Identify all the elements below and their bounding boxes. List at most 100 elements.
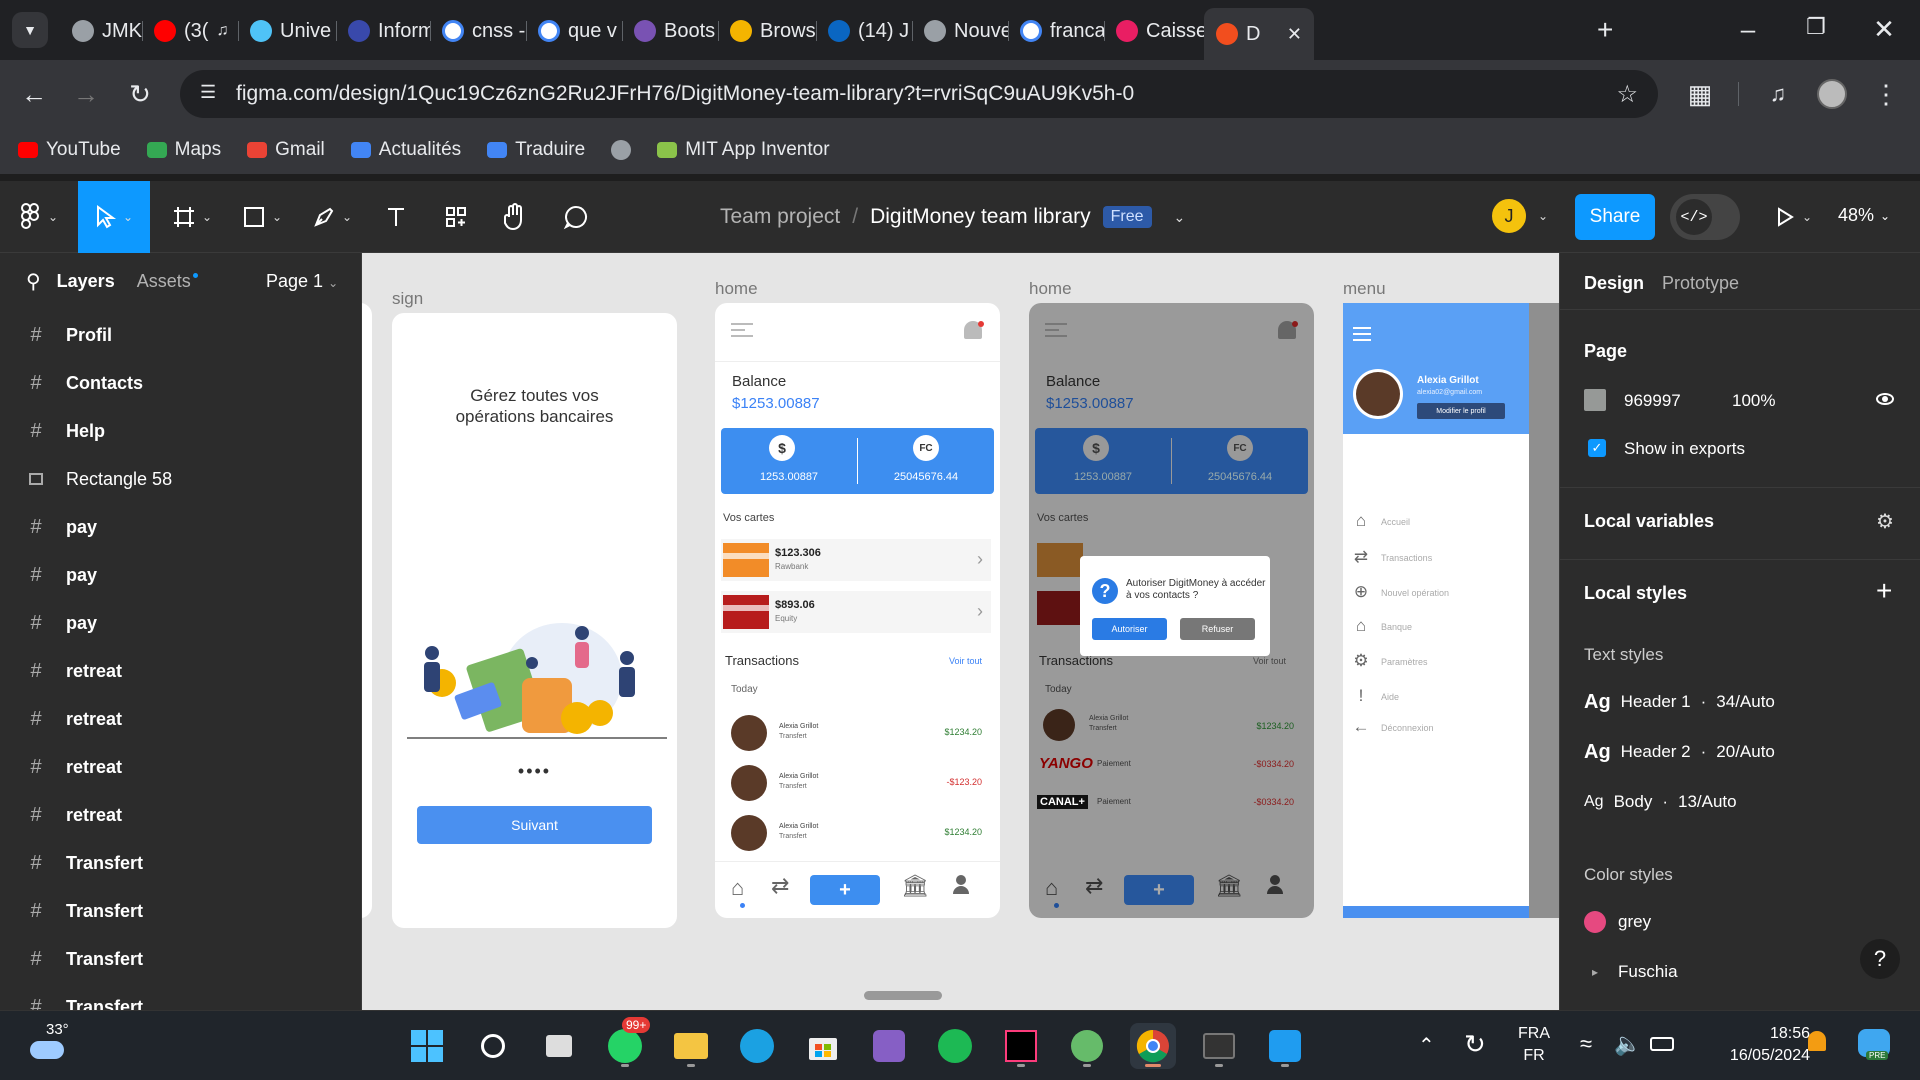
eye-icon[interactable] (1876, 393, 1894, 405)
tab-4[interactable]: cnss - (430, 10, 526, 52)
bookmark-4[interactable]: Traduire (487, 139, 585, 161)
tab-9[interactable]: Nouve (912, 10, 1008, 52)
bank-icon[interactable]: 🏛 (901, 873, 929, 899)
store-app[interactable] (800, 1023, 846, 1069)
help-button[interactable]: ? (1860, 939, 1900, 979)
layer-row[interactable]: # Transfert (0, 887, 361, 935)
bookmark-star-icon[interactable]: ☆ (1616, 80, 1638, 109)
menu-item[interactable]: ! Aide (1343, 686, 1529, 710)
design-canvas[interactable]: sign Gérez toutes vos opérations bancair… (362, 253, 1559, 1010)
color-style-row[interactable]: grey (1584, 907, 1651, 937)
shape-tool[interactable]: ⌄ (234, 181, 290, 253)
card-row[interactable]: $893.06 Equity › (721, 591, 991, 633)
forward-button[interactable]: → (66, 74, 106, 114)
bookmark-0[interactable]: YouTube (18, 139, 121, 161)
transfer-icon[interactable]: ⇄ (771, 873, 789, 899)
resources-tool[interactable] (434, 181, 478, 253)
tab-design[interactable]: Design (1584, 273, 1644, 294)
tab-search-button[interactable]: ▼ (12, 12, 48, 48)
frame-label-home[interactable]: home (715, 279, 758, 299)
edit-profile-button[interactable]: Modifier le profil (1417, 403, 1505, 419)
show-hidden-icons[interactable]: ⌃ (1418, 1033, 1435, 1058)
frame-tool[interactable]: ⌄ (164, 181, 220, 253)
site-info-icon[interactable]: ☰ (200, 82, 216, 103)
layer-row[interactable]: # pay (0, 599, 361, 647)
bookmark-2[interactable]: Gmail (247, 139, 325, 161)
sync-icon[interactable]: ↻ (1464, 1029, 1486, 1060)
next-button[interactable]: Suivant (417, 806, 652, 844)
chevron-down-icon[interactable]: ⌄ (1174, 209, 1186, 226)
money-app[interactable] (1064, 1023, 1110, 1069)
layer-row[interactable]: # retreat (0, 791, 361, 839)
clock[interactable]: 18:56 16/05/2024 (1700, 1023, 1810, 1067)
share-button[interactable]: Share (1575, 194, 1655, 240)
layer-row[interactable]: # Contacts (0, 359, 361, 407)
file-explorer-app[interactable] (668, 1023, 714, 1069)
layer-row[interactable]: # Transfert (0, 935, 361, 983)
tab-assets[interactable]: Assets (137, 271, 191, 292)
reload-button[interactable]: ↻ (120, 74, 160, 114)
restore-button[interactable]: ❐ (1796, 14, 1836, 40)
tab-10[interactable]: franca (1008, 10, 1104, 52)
layer-row[interactable]: # retreat (0, 647, 361, 695)
transaction-row[interactable]: Alexia Grillot Transfert -$123.20 (715, 763, 1000, 807)
layer-row[interactable]: # Profil (0, 311, 361, 359)
language-indicator[interactable]: FRA FR (1518, 1023, 1550, 1067)
tab-6[interactable]: Boots (622, 10, 718, 52)
menu-item[interactable]: ⚙ Paramètres (1343, 651, 1529, 675)
frame-sign[interactable]: Gérez toutes vos opérations bancaires ••… (392, 313, 677, 928)
address-bar[interactable]: ☰ figma.com/design/1Quc19Cz6znG2Ru2JFrH7… (180, 70, 1658, 118)
team-project-link[interactable]: Team project (720, 205, 840, 229)
menu-item[interactable]: ⌂ Accueil (1343, 511, 1529, 535)
move-tool[interactable]: ⌄ (78, 181, 150, 253)
transaction-row[interactable]: Alexia Grillot Transfert $1234.20 (715, 713, 1000, 757)
visual-studio-app[interactable] (866, 1023, 912, 1069)
menu-item[interactable]: ← Déconnexion (1343, 717, 1529, 741)
edge-app[interactable] (734, 1023, 780, 1069)
layer-row[interactable]: # pay (0, 551, 361, 599)
chrome-app[interactable] (1130, 1023, 1176, 1069)
text-tool[interactable] (374, 181, 418, 253)
add-style-icon[interactable]: + (1876, 575, 1892, 607)
tab-1[interactable]: (3(♫ (142, 10, 238, 52)
figma-main-menu[interactable]: ⌄ (14, 181, 64, 253)
search-button[interactable] (470, 1023, 516, 1069)
home-icon[interactable]: ⌂ (731, 875, 744, 901)
menu-item[interactable]: ⇄ Transactions (1343, 547, 1529, 571)
frame-label-sign[interactable]: sign (392, 289, 423, 309)
dev-mode-toggle[interactable]: </> (1670, 194, 1740, 240)
pen-tool[interactable]: ⌄ (304, 181, 360, 253)
text-style-row[interactable]: Ag Header 2 · 20/Auto (1584, 737, 1775, 767)
tab-7[interactable]: Brows (718, 10, 816, 52)
card-row[interactable]: $123.306 Rawbank › (721, 539, 991, 581)
layer-row[interactable]: # Transfert (0, 839, 361, 887)
color-style-row[interactable]: ▸ Fuschia (1584, 957, 1678, 987)
page-color-hex[interactable]: 969997 (1624, 391, 1681, 411)
terminal-app[interactable] (1196, 1023, 1242, 1069)
add-operation-button[interactable]: + (810, 875, 880, 905)
copilot-button[interactable]: PRE (1854, 1025, 1894, 1065)
allow-button[interactable]: Autoriser (1092, 618, 1167, 640)
minimize-button[interactable]: – (1728, 14, 1768, 45)
variables-icon[interactable]: ⚙ (1876, 509, 1894, 534)
bookmark-5[interactable] (611, 140, 632, 160)
bookmark-3[interactable]: Actualités (350, 139, 461, 161)
weather-widget[interactable]: 33° (24, 1021, 104, 1071)
chrome-menu-icon[interactable]: ⋮ (1866, 74, 1906, 114)
user-avatar[interactable]: J (1490, 197, 1528, 235)
layer-row[interactable]: Rectangle 58 (0, 455, 361, 503)
menu-item[interactable]: ⌂ Banque (1343, 616, 1529, 640)
show-in-exports-checkbox[interactable]: ✓ (1588, 439, 1606, 457)
frame-label-home-2[interactable]: home (1029, 279, 1072, 299)
tab-12[interactable]: D ✕ (1204, 8, 1314, 60)
tab-2[interactable]: Unive (238, 10, 336, 52)
frame-home[interactable]: Balance $1253.00887 $ 1253.00887 FC 2504… (715, 303, 1000, 918)
page-color-swatch[interactable] (1584, 389, 1606, 411)
speaker-icon[interactable]: ♫ (216, 22, 228, 40)
currency-card[interactable]: $ 1253.00887 FC 25045676.44 (721, 428, 994, 494)
intellij-app[interactable] (998, 1023, 1044, 1069)
frame-partial-left[interactable] (362, 303, 372, 918)
see-all-link[interactable]: Voir tout (949, 656, 982, 666)
horizontal-scrollbar[interactable] (864, 991, 942, 1000)
bookmark-1[interactable]: Maps (146, 139, 221, 161)
